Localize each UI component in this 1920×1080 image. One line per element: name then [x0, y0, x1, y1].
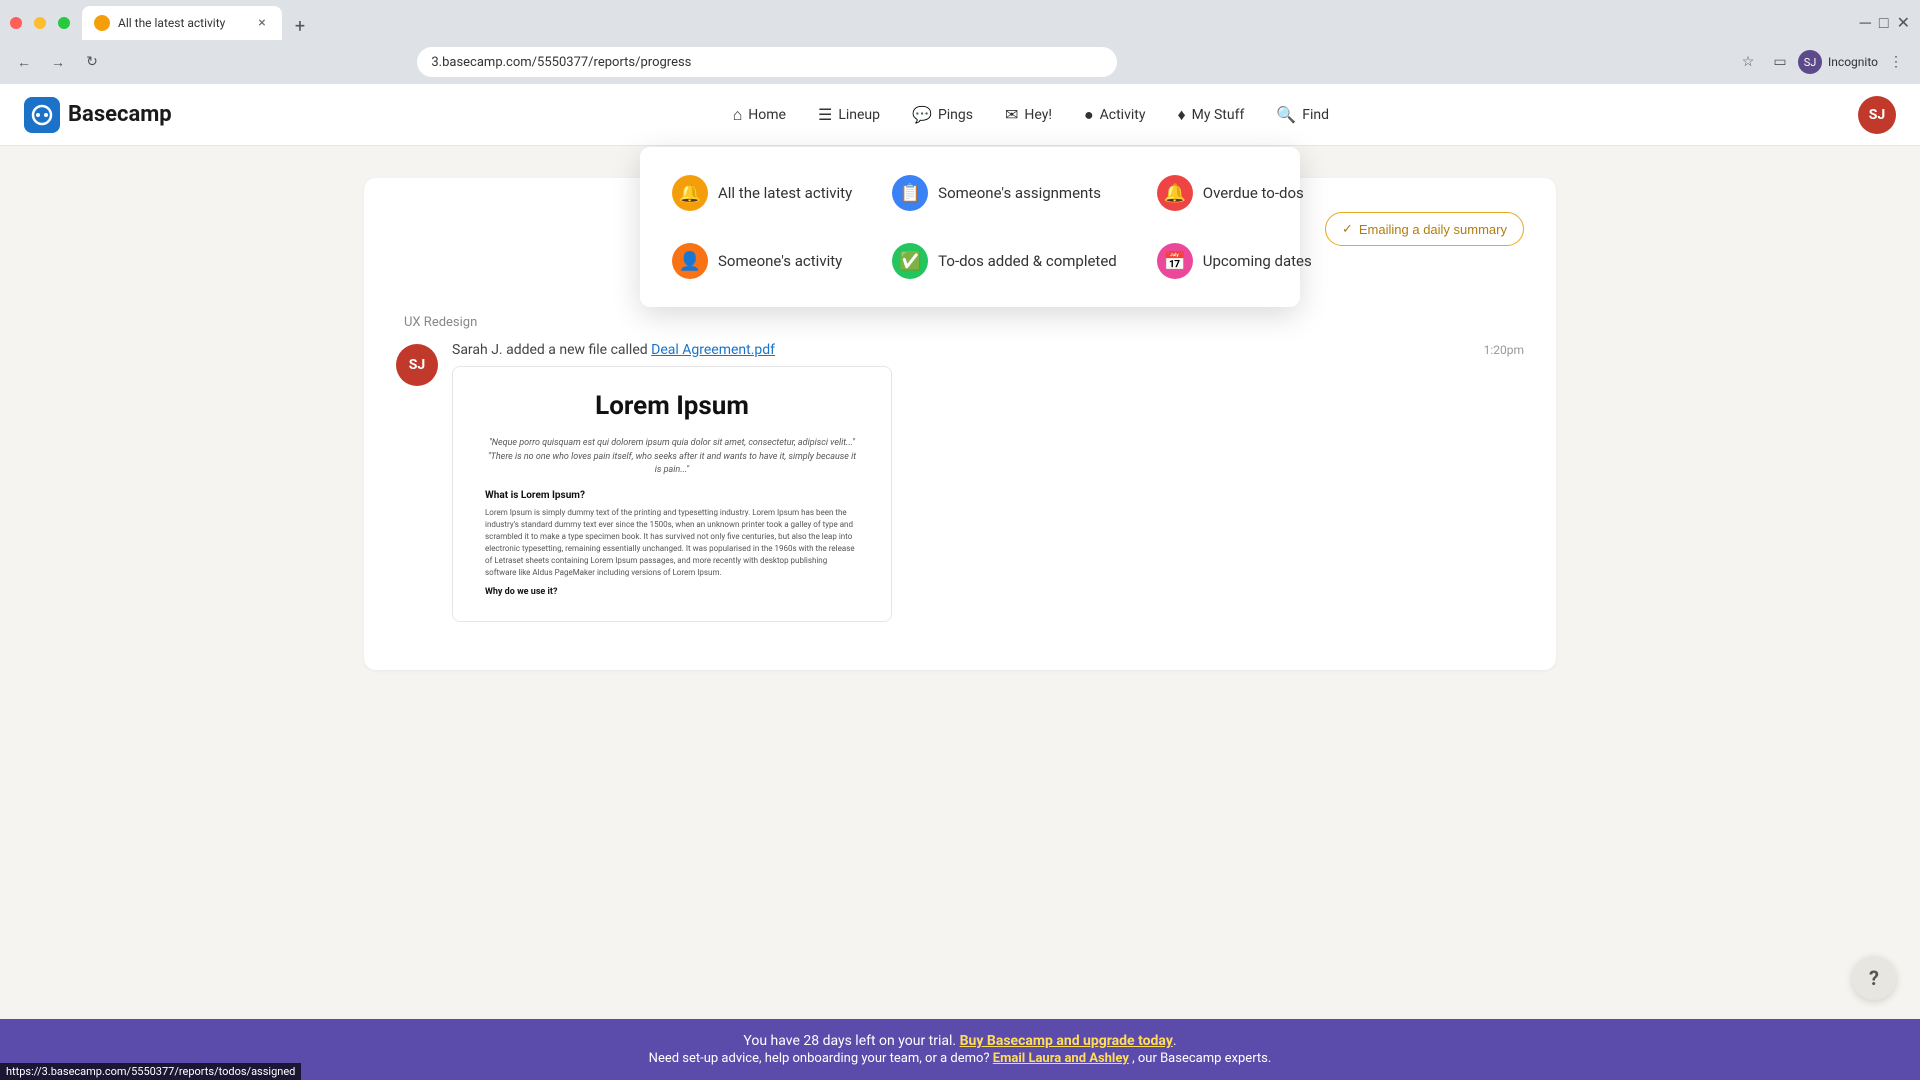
activity-time: 1:20pm: [1484, 343, 1524, 357]
refresh-button[interactable]: ↻: [78, 48, 106, 76]
lorem-section1-title: What is Lorem Ipsum?: [485, 490, 859, 501]
file-preview-content: Lorem Ipsum "Neque porro quisquam est qu…: [453, 367, 891, 621]
file-preview[interactable]: Lorem Ipsum "Neque porro quisquam est qu…: [452, 366, 892, 622]
trial-second-line: Need set-up advice, help onboarding your…: [24, 1051, 1896, 1066]
nav-home-label: Home: [748, 107, 786, 123]
nav-pings[interactable]: 💬 Pings: [898, 97, 987, 132]
all-latest-icon: 🔔: [672, 175, 708, 211]
dropdown-someones-activity[interactable]: 👤 Someone's activity: [656, 231, 868, 291]
star-button[interactable]: ☆: [1734, 48, 1762, 76]
trial-text: You have 28 days left on your trial. Buy…: [24, 1033, 1896, 1049]
dropdown-upcoming-dates-label: Upcoming dates: [1203, 252, 1312, 270]
activity-description: Sarah J. added a new file called Deal Ag…: [452, 342, 775, 358]
upcoming-dates-icon: 📅: [1157, 243, 1193, 279]
nav-hey[interactable]: ✉ Hey!: [991, 97, 1066, 132]
nav-lineup-label: Lineup: [838, 107, 880, 123]
window-minimize-button[interactable]: ─: [1860, 13, 1871, 33]
dropdown-someones-assignments-label: Someone's assignments: [938, 184, 1101, 202]
project-label: UX Redesign: [396, 315, 1524, 330]
nav-activity[interactable]: ● Activity: [1070, 97, 1160, 133]
upgrade-link[interactable]: Buy Basecamp and upgrade today: [960, 1033, 1173, 1049]
brand-name: Basecamp: [68, 102, 172, 127]
dropdown-overdue-todos-label: Overdue to-dos: [1203, 184, 1304, 202]
incognito-icon[interactable]: SJ: [1798, 50, 1822, 74]
lorem-quote1: "Neque porro quisquam est qui dolorem ip…: [485, 437, 859, 478]
nav-activity-label: Activity: [1100, 107, 1146, 123]
dropdown-upcoming-dates[interactable]: 📅 Upcoming dates: [1141, 231, 1328, 291]
upgrade-suffix: .: [1173, 1033, 1177, 1049]
nav-hey-label: Hey!: [1024, 107, 1052, 123]
someones-assignments-icon: 📋: [892, 175, 928, 211]
brand-logo-icon: [24, 97, 60, 133]
nav-pings-label: Pings: [938, 107, 973, 123]
find-icon: 🔍: [1276, 105, 1296, 124]
activity-avatar: SJ: [396, 344, 438, 386]
dropdown-todos-completed[interactable]: ✅ To-dos added & completed: [876, 231, 1133, 291]
tab-title: All the latest activity: [118, 16, 246, 30]
dropdown-overdue-todos[interactable]: 🔔 Overdue to-dos: [1141, 163, 1328, 223]
browser-tab[interactable]: All the latest activity ×: [82, 6, 282, 40]
activity-dropdown: 🔔 All the latest activity 📋 Someone's as…: [640, 147, 1300, 307]
back-button[interactable]: ←: [10, 48, 38, 76]
nav-my-stuff[interactable]: ♦ My Stuff: [1163, 97, 1258, 133]
activity-body: Sarah J. added a new file called Deal Ag…: [452, 342, 1524, 622]
brand-logo-link[interactable]: Basecamp: [24, 97, 172, 133]
forward-button[interactable]: →: [44, 48, 72, 76]
hey-icon: ✉: [1005, 105, 1018, 124]
nav-my-stuff-label: My Stuff: [1192, 107, 1245, 123]
file-link[interactable]: Deal Agreement.pdf: [651, 342, 775, 358]
email-summary-label: Emailing a daily summary: [1359, 222, 1507, 237]
dropdown-someones-activity-label: Someone's activity: [718, 252, 842, 270]
someones-activity-icon: 👤: [672, 243, 708, 279]
home-icon: ⌂: [733, 105, 743, 125]
lineup-icon: ☰: [818, 105, 832, 124]
todos-completed-icon: ✅: [892, 243, 928, 279]
incognito-badge: SJ Incognito: [1798, 50, 1878, 74]
email-summary-check: ✓: [1342, 221, 1353, 237]
nav-find[interactable]: 🔍 Find: [1262, 97, 1343, 132]
overdue-todos-icon: 🔔: [1157, 175, 1193, 211]
nav-links: ⌂ Home ☰ Lineup 💬 Pings ✉ Hey! ● Activit…: [204, 97, 1858, 133]
dropdown-someones-assignments[interactable]: 📋 Someone's assignments: [876, 163, 1133, 223]
activity-item: SJ Sarah J. added a new file called Deal…: [396, 342, 1524, 622]
cast-button[interactable]: ▭: [1766, 48, 1794, 76]
activity-header-row: Sarah J. added a new file called Deal Ag…: [452, 342, 1524, 358]
email-summary-button[interactable]: ✓ Emailing a daily summary: [1325, 212, 1524, 246]
activity-icon: ●: [1084, 105, 1094, 125]
user-avatar[interactable]: SJ: [1858, 96, 1896, 134]
email-experts-link[interactable]: Email Laura and Ashley: [993, 1051, 1129, 1066]
window-maximize-button[interactable]: □: [1879, 13, 1889, 33]
dropdown-all-latest-activity[interactable]: 🔔 All the latest activity: [656, 163, 868, 223]
nav-lineup[interactable]: ☰ Lineup: [804, 97, 894, 132]
lorem-section2-title: Why do we use it?: [485, 587, 859, 597]
tab-favicon: [94, 15, 110, 31]
lorem-title: Lorem Ipsum: [485, 391, 859, 421]
dropdown-todos-completed-label: To-dos added & completed: [938, 252, 1117, 270]
window-close-button[interactable]: ✕: [1897, 13, 1910, 33]
status-bar: https://3.basecamp.com/5550377/reports/t…: [0, 1063, 301, 1080]
my-stuff-icon: ♦: [1177, 105, 1185, 125]
help-button[interactable]: ?: [1852, 956, 1896, 1000]
lorem-section1-body: Lorem Ipsum is simply dummy text of the …: [485, 507, 859, 579]
more-button[interactable]: ⋮: [1882, 48, 1910, 76]
url-text: 3.basecamp.com/5550377/reports/progress: [431, 55, 691, 70]
pings-icon: 💬: [912, 105, 932, 124]
new-tab-button[interactable]: +: [286, 12, 314, 40]
nav-home[interactable]: ⌂ Home: [719, 97, 800, 133]
tab-close-button[interactable]: ×: [254, 15, 270, 31]
dropdown-all-latest-label: All the latest activity: [718, 184, 852, 202]
address-bar[interactable]: 3.basecamp.com/5550377/reports/progress: [417, 47, 1117, 77]
trial-main-text: You have 28 days left on your trial.: [743, 1033, 956, 1049]
nav-find-label: Find: [1302, 107, 1329, 123]
email-suffix: , our Basecamp experts.: [1132, 1051, 1271, 1066]
second-line-prefix: Need set-up advice, help onboarding your…: [649, 1051, 990, 1066]
activity-description-prefix: Sarah J. added a new file called: [452, 342, 648, 358]
navbar: Basecamp ⌂ Home ☰ Lineup 💬 Pings ✉ Hey! …: [0, 84, 1920, 146]
